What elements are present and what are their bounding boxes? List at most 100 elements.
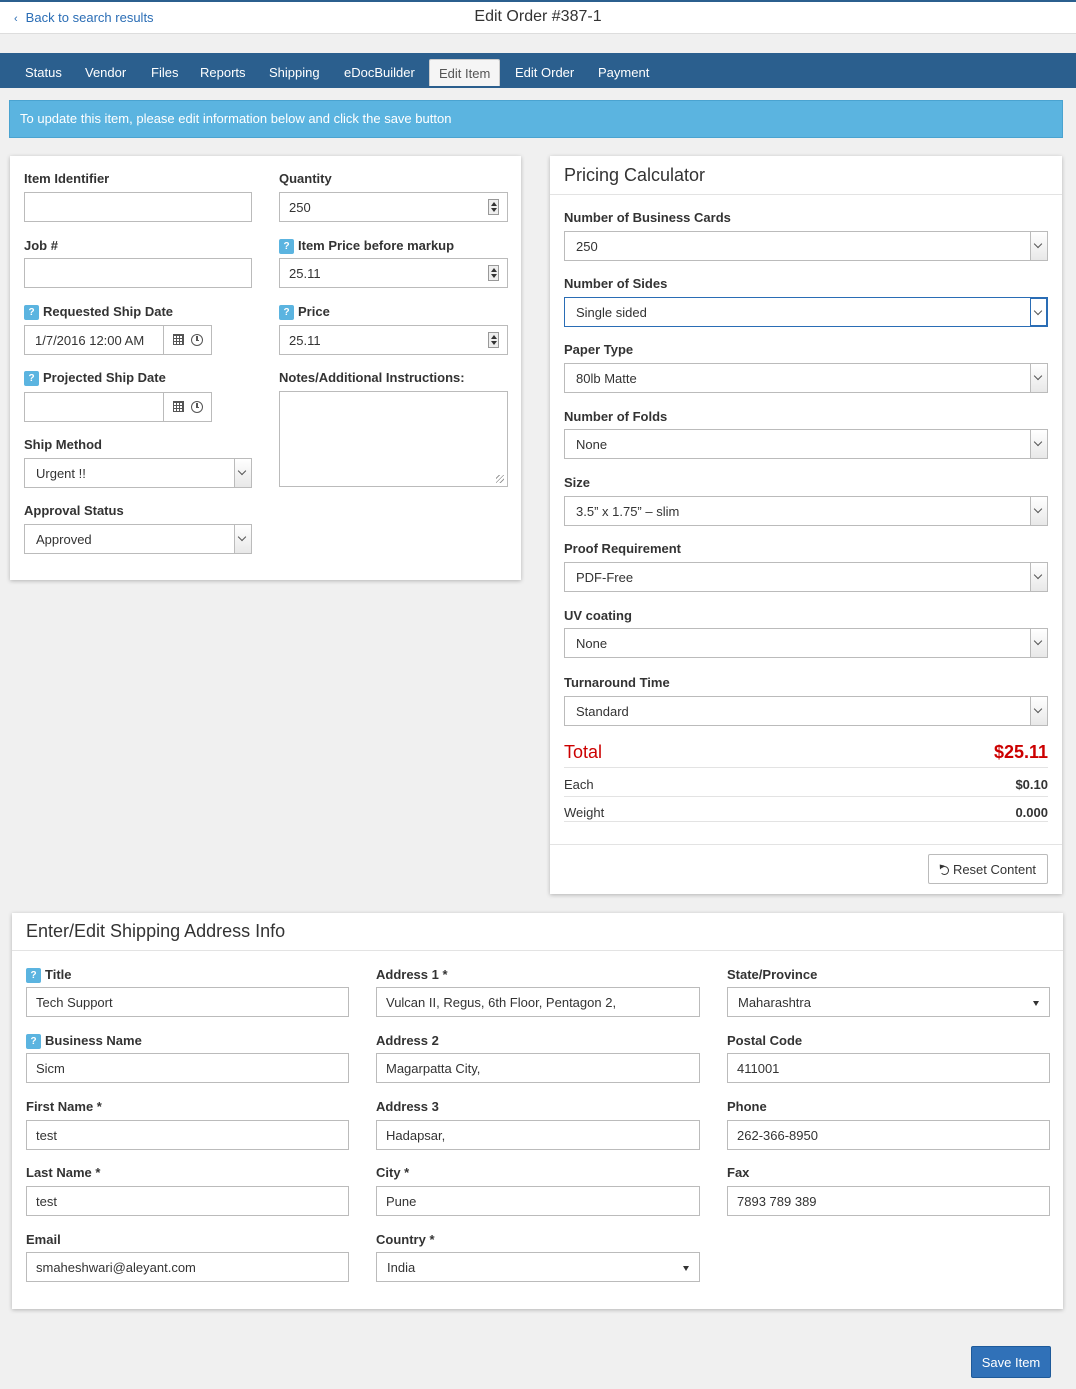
approval-status-select[interactable]: Approved xyxy=(24,524,252,554)
business-cards-select[interactable]: 250 xyxy=(564,231,1048,261)
last-name-input[interactable] xyxy=(26,1186,349,1216)
weight-value: 0.000 xyxy=(1015,805,1048,820)
dropdown-toggle[interactable] xyxy=(1030,497,1047,525)
chevron-down-icon xyxy=(1033,704,1043,714)
business-name-input[interactable] xyxy=(26,1053,349,1083)
page-title: Edit Order #387-1 xyxy=(474,8,602,25)
state-select[interactable]: Maharashtra xyxy=(727,987,1050,1017)
proof-requirement-select[interactable]: PDF-Free xyxy=(564,562,1048,592)
size-value: 3.5” x 1.75” – slim xyxy=(576,504,680,519)
projected-ship-date-label: ? Projected Ship Date xyxy=(24,370,166,386)
job-number-input[interactable] xyxy=(24,258,252,288)
turnaround-time-select[interactable]: Standard xyxy=(564,696,1048,726)
price-stepper[interactable] xyxy=(279,325,508,355)
dropdown-toggle[interactable] xyxy=(234,459,251,487)
address2-label: Address 2 xyxy=(376,1033,439,1048)
item-identifier-input[interactable] xyxy=(24,192,252,222)
item-price-text: Item Price before markup xyxy=(298,238,455,253)
reset-content-label: Reset Content xyxy=(952,861,1037,877)
country-value: India xyxy=(387,1260,416,1275)
notes-textarea[interactable] xyxy=(279,391,508,487)
quantity-stepper[interactable] xyxy=(279,192,508,222)
caret-down-icon xyxy=(683,1266,689,1271)
number-of-sides-label: Number of Sides xyxy=(564,276,668,291)
fax-input[interactable] xyxy=(727,1186,1050,1216)
title-input[interactable] xyxy=(26,987,349,1017)
email-field[interactable] xyxy=(26,1252,349,1282)
uv-coating-value: None xyxy=(576,636,608,651)
help-icon[interactable]: ? xyxy=(26,968,41,983)
tab-status[interactable]: Status xyxy=(16,59,71,86)
size-select[interactable]: 3.5” x 1.75” – slim xyxy=(564,496,1048,526)
resize-grip-icon[interactable] xyxy=(496,475,504,483)
address3-input[interactable] xyxy=(376,1120,700,1150)
help-icon[interactable]: ? xyxy=(279,305,294,320)
tab-edocbuilder[interactable]: eDocBuilder xyxy=(335,59,424,86)
dropdown-toggle[interactable] xyxy=(1030,563,1047,591)
order-nav-bar: Status Vendor Files Reports Shipping eDo… xyxy=(0,53,1076,88)
dropdown-toggle[interactable] xyxy=(1030,697,1047,725)
dropdown-toggle[interactable] xyxy=(1030,629,1047,657)
postal-code-input[interactable] xyxy=(727,1053,1050,1083)
address2-input[interactable] xyxy=(376,1053,700,1083)
spinner-arrows-icon[interactable] xyxy=(488,265,499,281)
address1-input[interactable] xyxy=(376,987,700,1017)
calendar-icon[interactable] xyxy=(173,401,184,412)
ship-method-select[interactable]: Urgent !! xyxy=(24,458,252,488)
number-of-folds-select[interactable]: None xyxy=(564,429,1048,459)
shipping-address-title: Enter/Edit Shipping Address Info xyxy=(26,921,286,941)
number-of-folds-value: None xyxy=(576,437,608,452)
spinner-arrows-icon[interactable] xyxy=(488,199,499,215)
tab-reports[interactable]: Reports xyxy=(191,59,255,86)
projected-ship-date-field[interactable] xyxy=(24,392,212,422)
help-icon[interactable]: ? xyxy=(279,239,294,254)
tab-vendor[interactable]: Vendor xyxy=(76,59,135,86)
tab-edit-order[interactable]: Edit Order xyxy=(506,59,583,86)
phone-label: Phone xyxy=(727,1099,767,1114)
first-name-input[interactable] xyxy=(26,1120,349,1150)
spinner-arrows-icon[interactable] xyxy=(488,332,499,348)
uv-coating-select[interactable]: None xyxy=(564,628,1048,658)
business-cards-value: 250 xyxy=(576,239,598,254)
dropdown-toggle[interactable] xyxy=(234,525,251,553)
date-picker-buttons xyxy=(163,326,211,354)
clock-icon[interactable] xyxy=(191,334,203,346)
number-of-sides-select[interactable]: Single sided xyxy=(564,297,1048,327)
dropdown-toggle[interactable] xyxy=(1030,232,1047,260)
help-icon[interactable]: ? xyxy=(24,305,39,320)
dropdown-toggle[interactable] xyxy=(1030,298,1047,326)
turnaround-time-label: Turnaround Time xyxy=(564,675,670,690)
help-icon[interactable]: ? xyxy=(26,1034,41,1049)
city-input[interactable] xyxy=(376,1186,700,1216)
requested-ship-date-label: ? Requested Ship Date xyxy=(24,304,173,320)
tab-payment[interactable]: Payment xyxy=(589,59,658,86)
projected-ship-date-text: Projected Ship Date xyxy=(43,370,166,385)
price-stepper-wrap xyxy=(279,325,508,355)
clock-icon[interactable] xyxy=(191,401,203,413)
chevron-down-icon xyxy=(1033,437,1043,447)
tab-files[interactable]: Files xyxy=(142,59,187,86)
chevron-down-icon xyxy=(1033,636,1043,646)
item-identifier-label: Item Identifier xyxy=(24,171,110,186)
title-label: ? Title xyxy=(26,967,72,983)
reset-content-button[interactable]: Reset Content xyxy=(928,854,1048,884)
title-label-text: Title xyxy=(45,967,72,982)
chevron-down-icon xyxy=(1033,239,1043,249)
tab-shipping[interactable]: Shipping xyxy=(260,59,329,86)
item-price-stepper[interactable] xyxy=(279,258,508,288)
dropdown-toggle[interactable] xyxy=(1030,364,1047,392)
chevron-down-icon xyxy=(237,466,247,476)
paper-type-value: 80lb Matte xyxy=(576,371,637,386)
country-select[interactable]: India xyxy=(376,1252,700,1282)
dropdown-toggle[interactable] xyxy=(1030,430,1047,458)
save-item-button[interactable]: Save Item xyxy=(971,1346,1051,1378)
help-icon[interactable]: ? xyxy=(24,371,39,386)
calendar-icon[interactable] xyxy=(173,334,184,345)
paper-type-select[interactable]: 80lb Matte xyxy=(564,363,1048,393)
weight-label: Weight xyxy=(564,805,605,820)
requested-ship-date-field[interactable]: 1/7/2016 12:00 AM xyxy=(24,325,212,355)
tab-edit-item[interactable]: Edit Item xyxy=(429,59,501,86)
requested-ship-date-value: 1/7/2016 12:00 AM xyxy=(35,333,145,348)
email-label: Email xyxy=(26,1232,61,1247)
phone-input[interactable] xyxy=(727,1120,1050,1150)
